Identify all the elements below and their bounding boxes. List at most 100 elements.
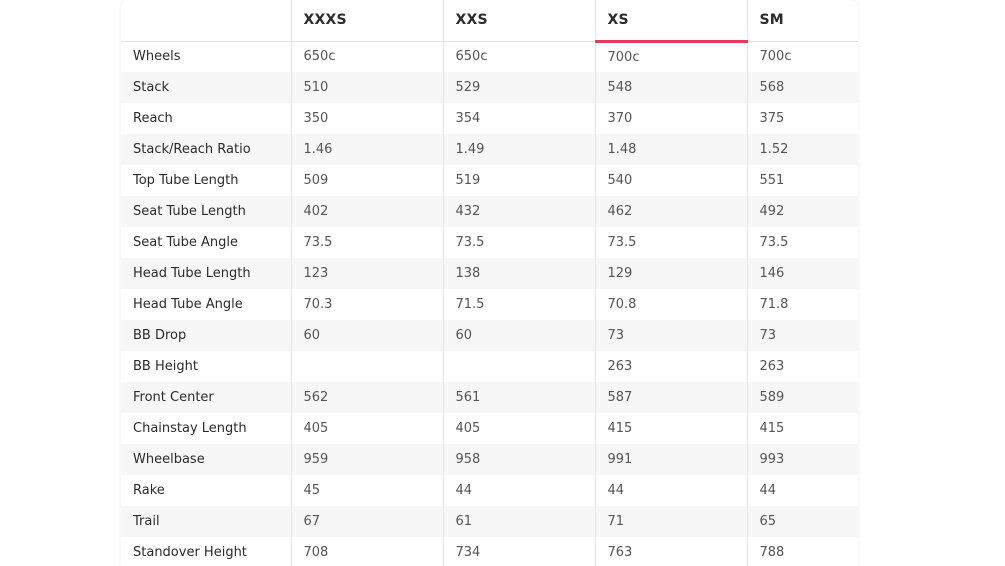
table-cell: 991: [594, 444, 747, 475]
table-cell: 73.5: [442, 227, 595, 258]
table-row: Seat Tube Length 402 432 462 492: [121, 196, 858, 227]
table-cell: 415: [594, 413, 747, 444]
row-label: Seat Tube Angle: [133, 235, 239, 250]
table-cell: 959: [290, 444, 443, 475]
table-cell: 462: [594, 196, 747, 227]
row-label: Chainstay Length: [133, 421, 247, 436]
table-cell: 61: [442, 506, 595, 537]
table-cell: 71.5: [442, 289, 595, 320]
table-cell: 492: [746, 196, 858, 227]
table-cell: 568: [746, 72, 858, 103]
table-row: Seat Tube Angle 73.5 73.5 73.5 73.5: [121, 227, 858, 258]
table-cell: 788: [746, 537, 858, 566]
table-cell: 370: [594, 103, 747, 134]
row-label: BB Height: [133, 359, 198, 374]
table-cell: 519: [442, 165, 595, 196]
table-cell: 44: [746, 475, 858, 506]
table-cell: 354: [442, 103, 595, 134]
row-label: Head Tube Angle: [133, 297, 243, 312]
table-row: Standover Height 708 734 763 788: [121, 537, 858, 566]
table-row: Trail 67 61 71 65: [121, 506, 858, 537]
table-cell: 73: [594, 320, 747, 351]
table-cell: 763: [594, 537, 747, 566]
table-row: Wheels 650c 650c 700c 700c: [121, 41, 858, 72]
row-label: Top Tube Length: [133, 173, 239, 188]
row-label: Rake: [133, 483, 165, 498]
table-cell: 405: [290, 413, 443, 444]
row-label: Trail: [121, 506, 291, 537]
table-cell: 700c: [746, 41, 858, 72]
table-row: Reach 350 354 370 375: [121, 103, 858, 134]
table-cell: 263: [746, 351, 858, 382]
table-cell: 540: [594, 165, 747, 196]
table-cell: 529: [442, 72, 595, 103]
row-label: Standover Height: [133, 545, 247, 560]
table-cell: 71.8: [746, 289, 858, 320]
table-cell: 129: [594, 258, 747, 289]
size-tab-xxxs[interactable]: XXXS: [290, 0, 443, 42]
table-cell: 402: [290, 196, 443, 227]
row-label: BB Drop: [121, 320, 291, 351]
size-tab-sm[interactable]: SM: [746, 0, 858, 42]
table-row: Rake 45 44 44 44: [121, 475, 858, 506]
table-row: Front Center 562 561 587 589: [121, 382, 858, 413]
table-cell: [442, 351, 595, 382]
size-tab-xs[interactable]: XS: [594, 0, 747, 43]
table-cell: 350: [290, 103, 443, 134]
table-row: Chainstay Length 405 405 415 415: [121, 413, 858, 444]
table-cell: 587: [594, 382, 747, 413]
geometry-table: XXXS XXS XS SM Wheels 650c 650c 700c 700c Sta…: [121, 0, 858, 566]
table-row: Head Tube Length 123 138 129 146: [121, 258, 858, 289]
table-cell: 562: [290, 382, 443, 413]
table-cell: 73: [746, 320, 858, 351]
table-cell: [290, 351, 443, 382]
table-cell: 71: [594, 506, 747, 537]
table-cell: 263: [594, 351, 747, 382]
row-label: Front Center: [121, 382, 291, 413]
table-cell: 509: [290, 165, 443, 196]
table-row: Stack/Reach Ratio 1.46 1.49 1.48 1.52: [121, 134, 858, 165]
table-cell: 1.49: [442, 134, 595, 165]
geometry-table-card: XXXS XXS XS SM Wheels 650c 650c 700c 700c Sta…: [121, 0, 858, 566]
table-cell: 561: [442, 382, 595, 413]
table-cell: 65: [746, 506, 858, 537]
table-cell: 405: [442, 413, 595, 444]
table-cell: 138: [442, 258, 595, 289]
row-label: Stack: [121, 72, 291, 103]
row-label: Reach: [133, 111, 173, 126]
table-cell: 510: [290, 72, 443, 103]
table-cell: 650c: [290, 41, 443, 72]
table-cell: 73.5: [290, 227, 443, 258]
table-cell: 60: [290, 320, 443, 351]
table-cell: 44: [594, 475, 747, 506]
table-cell: 708: [290, 537, 443, 566]
table-cell: 650c: [442, 41, 595, 72]
table-cell: 70.8: [594, 289, 747, 320]
header-corner: [121, 0, 291, 42]
table-row: BB Height 263 263: [121, 351, 858, 382]
table-cell: 70.3: [290, 289, 443, 320]
table-row: BB Drop 60 60 73 73: [121, 320, 858, 351]
table-cell: 432: [442, 196, 595, 227]
table-row: Wheelbase 959 958 991 993: [121, 444, 858, 475]
table-cell: 45: [290, 475, 443, 506]
table-cell: 958: [442, 444, 595, 475]
table-cell: 700c: [594, 41, 747, 72]
size-tab-xxs[interactable]: XXS: [442, 0, 595, 42]
table-cell: 734: [442, 537, 595, 566]
table-cell: 60: [442, 320, 595, 351]
table-cell: 548: [594, 72, 747, 103]
table-cell: 1.48: [594, 134, 747, 165]
row-label: Wheels: [133, 49, 181, 65]
row-label: Seat Tube Length: [121, 196, 291, 227]
row-label: Stack/Reach Ratio: [121, 134, 291, 165]
table-cell: 44: [442, 475, 595, 506]
table-row: Stack 510 529 548 568: [121, 72, 858, 103]
geometry-table-body: Wheels 650c 650c 700c 700c Stack 510 529 548 568 R…: [121, 41, 858, 566]
table-cell: 993: [746, 444, 858, 475]
row-label: Wheelbase: [121, 444, 291, 475]
table-cell: 146: [746, 258, 858, 289]
table-cell: 375: [746, 103, 858, 134]
table-cell: 67: [290, 506, 443, 537]
table-cell: 73.5: [746, 227, 858, 258]
